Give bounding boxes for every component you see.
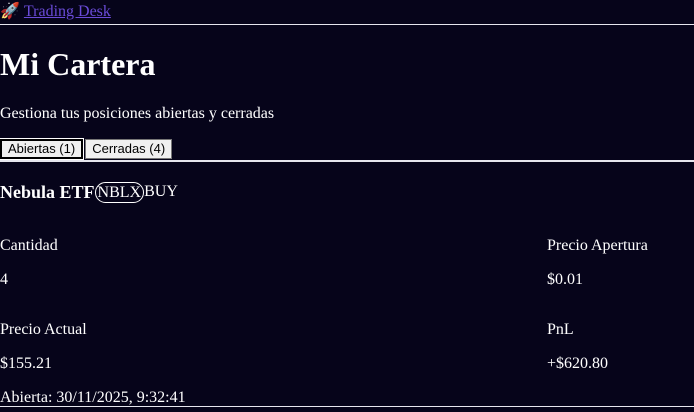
page-title: Mi Cartera xyxy=(0,46,156,82)
position-side: BUY xyxy=(144,183,178,200)
quantity-value: 4 xyxy=(0,271,8,288)
current-price-value: $155.21 xyxy=(0,355,52,372)
asset-name: Nebula ETF xyxy=(0,181,95,202)
portfolio-tabs: Abiertas (1) Cerradas (4) xyxy=(0,138,173,160)
trading-desk-label: Trading Desk xyxy=(23,3,111,20)
pnl-value: +$620.80 xyxy=(547,355,609,372)
open-price-label: Precio Apertura xyxy=(547,237,648,254)
rocket-icon: 🚀 xyxy=(0,3,20,20)
current-price-label: Precio Actual xyxy=(0,321,87,338)
position-header: Nebula ETF NBLX BUY xyxy=(0,181,178,203)
quantity-label: Cantidad xyxy=(0,237,58,254)
tab-closed-positions[interactable]: Cerradas (4) xyxy=(85,139,173,159)
trading-desk-link[interactable]: 🚀 Trading Desk xyxy=(0,3,111,21)
position-top-divider xyxy=(0,160,694,162)
ticker-badge: NBLX xyxy=(94,181,145,203)
position-bottom-divider xyxy=(0,406,694,407)
page-subtitle: Gestiona tus posiciones abiertas y cerra… xyxy=(0,105,275,122)
opened-timestamp: Abierta: 30/11/2025, 9:32:41 xyxy=(0,389,186,406)
tab-open-positions[interactable]: Abiertas (1) xyxy=(0,138,85,160)
top-nav: 🚀 Trading Desk xyxy=(0,0,694,25)
pnl-label: PnL xyxy=(547,321,574,338)
open-price-value: $0.01 xyxy=(547,271,583,288)
